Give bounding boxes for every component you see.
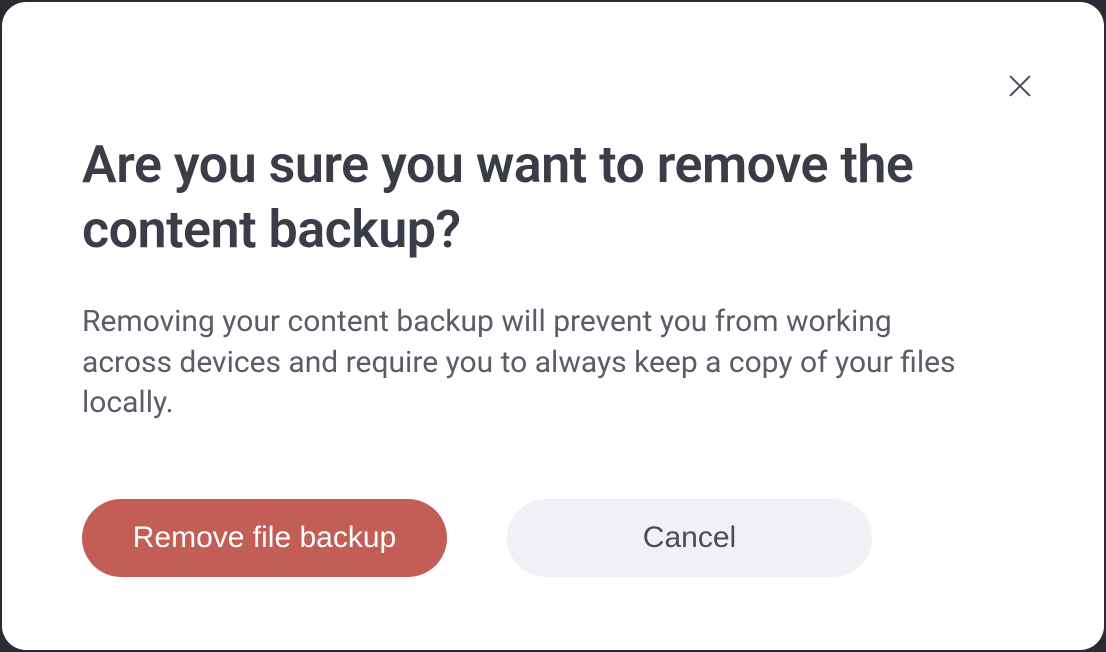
- remove-backup-button[interactable]: Remove file backup: [82, 499, 447, 577]
- modal-title: Are you sure you want to remove the cont…: [82, 132, 1024, 262]
- confirmation-modal: Are you sure you want to remove the cont…: [2, 2, 1104, 650]
- close-icon: [1004, 70, 1036, 105]
- close-button[interactable]: [996, 62, 1044, 113]
- cancel-button[interactable]: Cancel: [507, 499, 872, 577]
- button-row: Remove file backup Cancel: [82, 499, 1024, 577]
- modal-description: Removing your content backup will preven…: [82, 302, 982, 424]
